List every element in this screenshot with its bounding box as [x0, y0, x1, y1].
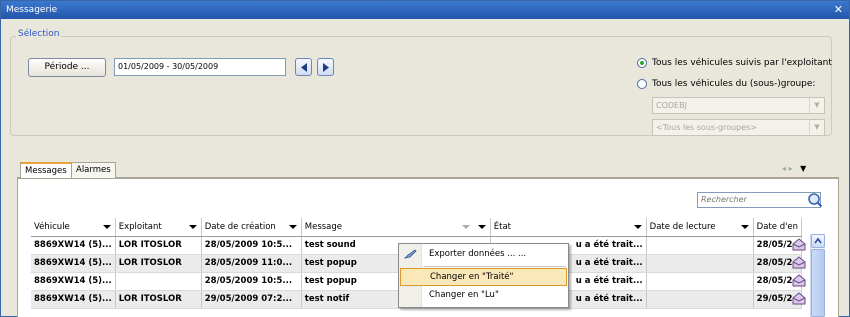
cell-date-creation: 29/05/2009 07:2... — [201, 290, 302, 309]
cell-exploitant: LOR ITOSLOR — [115, 236, 202, 255]
previous-period-button[interactable] — [295, 58, 312, 76]
column-header-exploitant[interactable]: Exploitant — [115, 218, 202, 237]
chevron-down-icon[interactable]: ▼ — [809, 98, 824, 113]
sort-arrow-icon[interactable] — [288, 225, 297, 229]
group-combo-value: CODEBJ — [656, 101, 687, 110]
radio-button[interactable] — [637, 79, 647, 89]
table-header-row: Véhicule Exploitant Date de création Mes… — [31, 218, 803, 237]
chevron-down-icon[interactable]: ▼ — [809, 120, 824, 135]
column-header-date-creation[interactable]: Date de création — [201, 218, 302, 237]
envelope-icon — [792, 274, 806, 287]
sort-arrow-icon[interactable] — [188, 225, 197, 229]
menu-item-changer-traite[interactable]: Changer en "Traité" — [400, 268, 567, 286]
tab-messages[interactable]: Messages — [20, 162, 72, 179]
scroll-up-button[interactable] — [811, 234, 825, 248]
filter-icon[interactable] — [461, 225, 470, 229]
menu-item-changer-lu[interactable]: Changer en "Lu" — [400, 287, 567, 305]
close-icon[interactable]: ✕ — [834, 3, 843, 16]
sort-arrow-icon[interactable] — [633, 225, 642, 229]
arrow-right-icon — [323, 63, 329, 72]
column-header-message[interactable]: Message — [301, 218, 491, 237]
cell-date-lecture — [646, 272, 754, 291]
selection-legend: Sélection — [16, 29, 62, 39]
column-header-etat[interactable]: État — [490, 218, 647, 237]
tab-next-icon[interactable]: ▸ — [789, 164, 793, 173]
cell-exploitant — [115, 272, 202, 291]
radio-button-selected[interactable] — [637, 58, 647, 68]
cell-date-creation: 28/05/2009 10:5... — [201, 272, 302, 291]
sort-arrow-icon[interactable] — [477, 225, 486, 229]
next-period-button[interactable] — [317, 58, 334, 76]
cell-vehicule: 8869XW14 (5)... — [31, 272, 116, 291]
envelope-icon — [792, 292, 806, 305]
cell-vehicule: 8869XW14 (5)... — [31, 290, 116, 309]
cell-vehicule: 8869XW14 (5)... — [31, 254, 116, 273]
radio-group-vehicles[interactable]: Tous les véhicules du (sous-)groupe: — [637, 79, 815, 89]
subgroup-combo[interactable]: <Tous les sous-groupes> ▼ — [652, 119, 825, 136]
column-header-date-envoi[interactable]: Date d'en — [753, 218, 803, 237]
group-combo[interactable]: CODEBJ ▼ — [652, 97, 825, 114]
tab-alarmes[interactable]: Alarmes — [71, 162, 116, 178]
title-bar[interactable]: Messagerie ✕ — [1, 1, 849, 19]
search-input[interactable]: Rechercher — [697, 192, 821, 208]
menu-separator — [423, 266, 566, 267]
cell-date-creation: 28/05/2009 11:0... — [201, 254, 302, 273]
sort-arrow-icon[interactable] — [740, 225, 749, 229]
envelope-icon — [792, 256, 806, 269]
arrow-left-icon — [301, 63, 307, 72]
envelope-icon — [792, 238, 806, 251]
sort-arrow-icon[interactable] — [102, 225, 111, 229]
radio-group-label: Tous les véhicules du (sous-)groupe: — [652, 79, 816, 89]
cell-date-lecture — [646, 290, 754, 309]
subgroup-combo-value: <Tous les sous-groupes> — [656, 123, 757, 132]
tab-list-chevron-icon[interactable]: ▼ — [800, 164, 806, 173]
cell-date-lecture — [646, 236, 754, 255]
cell-exploitant: LOR ITOSLOR — [115, 254, 202, 273]
cell-vehicule: 8869XW14 (5)... — [31, 236, 116, 255]
chevron-up-icon — [814, 237, 822, 244]
tab-prev-icon[interactable]: ◂ — [782, 164, 786, 173]
periode-button[interactable]: Période ... — [28, 58, 106, 77]
column-header-vehicule[interactable]: Véhicule — [31, 218, 116, 237]
context-menu: Exporter données ... ... Changer en "Tra… — [398, 243, 569, 308]
cell-date-creation: 28/05/2009 10:5... — [201, 236, 302, 255]
radio-all-label: Tous les véhicules suivis par l'exploita… — [652, 58, 832, 68]
vertical-scrollbar[interactable] — [810, 234, 825, 317]
column-header-date-lecture[interactable]: Date de lecture — [646, 218, 754, 237]
cell-exploitant: LOR ITOSLOR — [115, 290, 202, 309]
scroll-thumb[interactable] — [811, 249, 825, 317]
date-range-input[interactable]: 01/05/2009 - 30/05/2009 — [114, 58, 286, 76]
search-icon[interactable] — [807, 192, 823, 208]
tab-navigation: ◂ ▸ ▼ — [782, 164, 806, 173]
window-title: Messagerie — [6, 5, 58, 15]
cell-date-lecture — [646, 254, 754, 273]
radio-all-vehicles[interactable]: Tous les véhicules suivis par l'exploita… — [637, 58, 832, 68]
menu-item-exporter[interactable]: Exporter données ... ... — [400, 246, 567, 264]
